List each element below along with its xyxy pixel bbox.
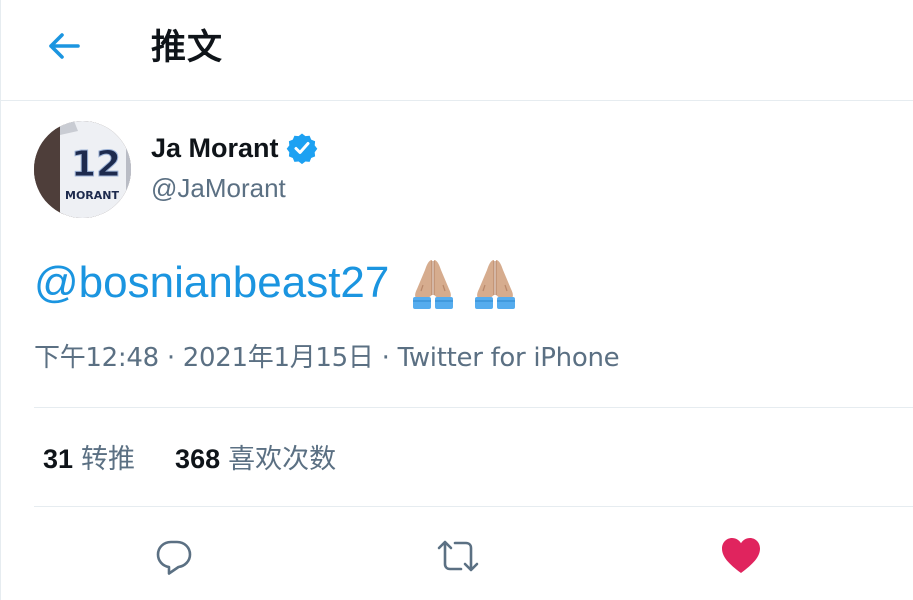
user-handle[interactable]: @JaMorant <box>151 170 286 206</box>
like-button[interactable] <box>717 532 765 580</box>
retweet-button[interactable] <box>434 532 482 580</box>
likes-label: 喜欢次数 <box>228 444 337 475</box>
author-name-row[interactable]: Ja Morant <box>151 130 318 166</box>
tweet-text: @bosnianbeast27 <box>34 255 523 311</box>
back-button[interactable] <box>41 26 87 66</box>
divider <box>34 407 913 408</box>
avatar-image: 12 MORANT <box>34 121 131 218</box>
avatar[interactable]: 12 MORANT <box>34 121 131 218</box>
tweet-source[interactable]: Twitter for iPhone <box>398 343 620 373</box>
arrow-left-icon <box>49 33 80 59</box>
folded-hands-emoji <box>413 260 454 309</box>
display-name[interactable]: Ja Morant <box>151 130 279 166</box>
tweet-detail-page: 推文 12 MORANT Ja Morant @JaMorant @bosnia… <box>0 0 913 600</box>
verified-badge-icon <box>286 133 317 164</box>
likes-stat[interactable]: 368 喜欢次数 <box>175 440 336 479</box>
jersey-name: MORANT <box>65 189 119 202</box>
page-title: 推文 <box>151 28 224 68</box>
meta-separator: · <box>166 343 175 373</box>
tweet-date[interactable]: 2021年1月15日 <box>183 343 374 373</box>
retweet-icon <box>437 540 479 572</box>
folded-hands-emoji <box>475 260 516 309</box>
divider <box>34 506 913 507</box>
emoji-group <box>405 255 523 311</box>
retweets-stat[interactable]: 31 转推 <box>43 440 135 479</box>
reply-button[interactable] <box>150 532 198 580</box>
reply-icon <box>156 540 192 575</box>
page-header: 推文 <box>1 0 913 101</box>
meta-separator: · <box>381 343 390 373</box>
mention-link[interactable]: @bosnianbeast27 <box>34 255 389 311</box>
likes-count: 368 <box>175 444 221 474</box>
tweet-stats: 31 转推 368 喜欢次数 <box>43 440 336 479</box>
retweets-label: 转推 <box>81 444 136 475</box>
jersey-number: 12 <box>71 144 121 185</box>
tweet-time[interactable]: 下午12:48 <box>34 343 159 373</box>
tweet-meta: 下午12:48 · 2021年1月15日 · Twitter for iPhone <box>34 340 620 376</box>
heart-filled-icon <box>722 538 760 573</box>
retweets-count: 31 <box>43 444 74 474</box>
